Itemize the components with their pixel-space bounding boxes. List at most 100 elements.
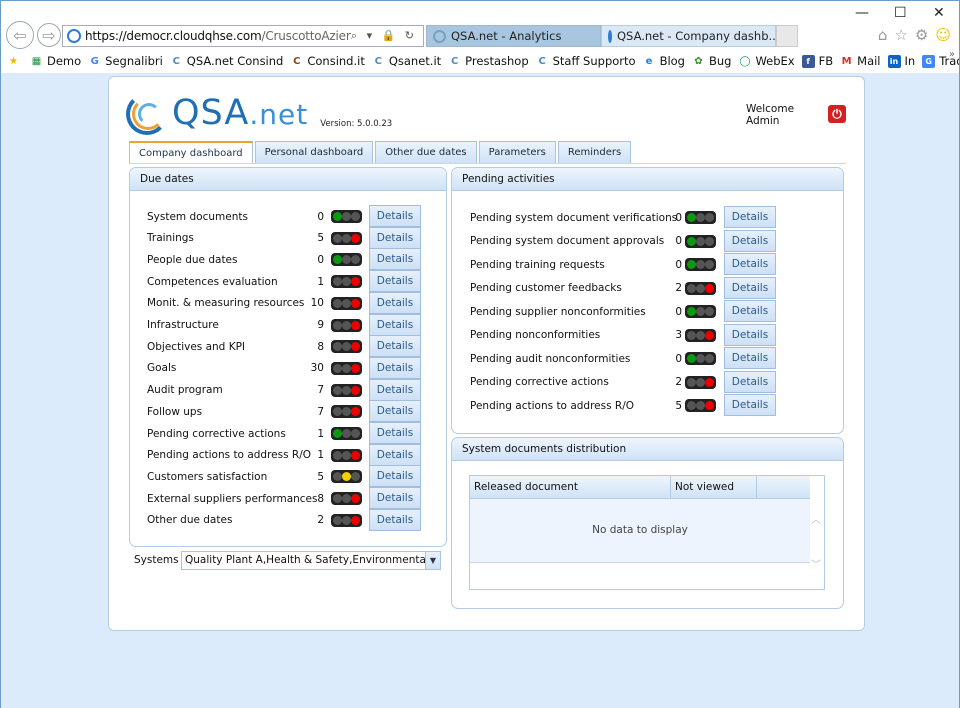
- add-favorite-icon[interactable]: ★: [7, 55, 24, 68]
- details-button[interactable]: Details: [369, 270, 421, 293]
- welcome-block: Welcome Admin: [746, 103, 794, 127]
- address-tools[interactable]: ⌕ ▾ 🔒 ↻: [351, 29, 423, 43]
- address-bar[interactable]: https://democr.cloudqhse.com/CruscottoAz…: [62, 25, 424, 47]
- details-button[interactable]: Details: [724, 347, 776, 369]
- details-button[interactable]: Details: [724, 276, 776, 299]
- item-count: 0: [675, 352, 682, 365]
- details-button[interactable]: Details: [369, 226, 421, 249]
- favorite-webex[interactable]: ◯ WebEx: [738, 54, 794, 68]
- item-label: Goals: [147, 362, 177, 375]
- traffic-light-green-icon: [331, 253, 362, 267]
- details-button[interactable]: Details: [369, 487, 421, 510]
- item-label: Pending training requests: [470, 258, 605, 271]
- item-label: Trainings: [147, 232, 194, 245]
- systems-label: Systems: [134, 554, 179, 566]
- details-button[interactable]: Details: [724, 370, 776, 393]
- favorite-bug[interactable]: ✿ Bug: [692, 54, 731, 68]
- details-button[interactable]: Details: [369, 422, 421, 444]
- tab-reminders[interactable]: Reminders: [557, 141, 632, 163]
- settings-gear-icon[interactable]: ⚙: [915, 26, 928, 44]
- favorites-overflow-icon[interactable]: »: [949, 51, 955, 60]
- traffic-light-red-icon: [331, 340, 362, 354]
- feedback-smiley-icon[interactable]: ☺: [935, 26, 951, 44]
- details-button[interactable]: Details: [724, 206, 776, 228]
- details-button[interactable]: Details: [724, 394, 776, 416]
- item-count: 2: [675, 376, 682, 388]
- list-item: Pending system document approvals 0 Detail…: [452, 229, 843, 252]
- tab-company-dashboard[interactable]: Company dashboard: [129, 141, 253, 164]
- item-label: Pending actions to address R/O: [147, 449, 312, 462]
- item-label: External suppliers performances: [147, 492, 318, 505]
- tab-personal-dashboard[interactable]: Personal dashboard: [254, 141, 374, 163]
- systems-select[interactable]: Quality Plant A,Health & Safety,Environm…: [181, 551, 441, 570]
- item-label: Monit. & measuring resources: [147, 297, 305, 310]
- traffic-light-red-icon: [685, 328, 716, 342]
- maximize-button[interactable]: ☐: [894, 5, 907, 21]
- list-item: Goals 30 Details: [130, 356, 446, 379]
- tab-other-due-dates[interactable]: Other due dates: [375, 141, 477, 163]
- details-button[interactable]: Details: [724, 323, 776, 346]
- home-icon[interactable]: ⌂: [878, 26, 888, 44]
- list-item: Pending audit nonconformities 0 Details: [452, 347, 843, 369]
- favorite-label: Mail: [857, 54, 881, 68]
- scroll-up-icon[interactable]: ︿: [808, 511, 824, 526]
- favorite-in[interactable]: in In: [887, 54, 915, 68]
- browser-tab-company-dashboard[interactable]: QSA.net - Company dashb... ×: [601, 25, 789, 47]
- details-button[interactable]: Details: [724, 300, 776, 322]
- page-content: QSA.net Version: 5.0.0.23 Welcome Admin …: [1, 73, 959, 708]
- item-count: 9: [317, 319, 324, 331]
- scroll-down-icon[interactable]: ﹀: [808, 556, 824, 571]
- close-window-button[interactable]: ✕: [933, 5, 945, 21]
- details-button[interactable]: Details: [369, 335, 421, 358]
- tab-title: QSA.net - Analytics: [451, 29, 562, 43]
- favorite-fb[interactable]: f FB: [801, 54, 833, 68]
- details-button[interactable]: Details: [724, 253, 776, 275]
- details-button[interactable]: Details: [369, 356, 421, 379]
- logout-button[interactable]: ⏻: [828, 105, 846, 123]
- details-button[interactable]: Details: [369, 291, 421, 314]
- favorite-staff-supporto[interactable]: C Staff Supporto: [536, 54, 635, 68]
- new-tab-button[interactable]: [776, 25, 798, 47]
- grid-scrollbar[interactable]: ︿ ﹀: [808, 499, 824, 589]
- traffic-light-red-icon: [331, 448, 362, 462]
- traffic-light-red-icon: [331, 492, 362, 506]
- chevron-down-icon[interactable]: ▼: [425, 552, 440, 569]
- details-button[interactable]: Details: [369, 508, 421, 531]
- favorite-demo[interactable]: ▦ Demo: [30, 54, 81, 68]
- traffic-light-red-icon: [331, 513, 362, 527]
- favorites-star-icon[interactable]: ☆: [894, 26, 907, 44]
- favorite-label: Segnalibri: [105, 54, 163, 68]
- details-button[interactable]: Details: [724, 229, 776, 252]
- details-button[interactable]: Details: [369, 248, 421, 271]
- url-text[interactable]: https://democr.cloudqhse.com/CruscottoAz…: [85, 29, 351, 43]
- details-button[interactable]: Details: [369, 313, 421, 336]
- back-button[interactable]: ⇦: [6, 21, 34, 49]
- column-released-document[interactable]: Released document: [470, 476, 671, 498]
- minimize-button[interactable]: —: [855, 5, 869, 21]
- forward-button[interactable]: ⇨: [37, 23, 61, 47]
- dashboard-tabs: Company dashboard Personal dashboard Oth…: [129, 141, 633, 164]
- item-count: 3: [675, 329, 682, 341]
- details-button[interactable]: Details: [369, 400, 421, 423]
- favorite-qsanet-it[interactable]: C Qsanet.it: [372, 54, 442, 68]
- favorite-prestashop[interactable]: C Prestashop: [448, 54, 529, 68]
- item-count: 5: [317, 470, 324, 483]
- favorite-blog[interactable]: e Blog: [643, 54, 685, 68]
- details-button[interactable]: Details: [369, 465, 421, 488]
- traffic-light-red-icon: [331, 318, 362, 332]
- tab-parameters[interactable]: Parameters: [478, 141, 556, 163]
- details-button[interactable]: Details: [369, 378, 421, 401]
- ie-icon: [67, 29, 81, 43]
- favorite-mail[interactable]: M Mail: [840, 54, 881, 68]
- favorite-consind-it[interactable]: C Consind.it: [290, 54, 365, 68]
- translate-icon: G: [922, 54, 936, 68]
- item-count: 0: [675, 258, 682, 271]
- item-count: 30: [310, 362, 324, 375]
- favorite-segnalibri[interactable]: G Segnalibri: [88, 54, 163, 68]
- browser-tab-analytics[interactable]: QSA.net - Analytics: [426, 25, 601, 47]
- item-count: 2: [675, 282, 682, 294]
- favorite-qsa-net-consind[interactable]: C QSA.net Consind: [170, 54, 284, 68]
- details-button[interactable]: Details: [369, 205, 421, 227]
- column-not-viewed[interactable]: Not viewed: [671, 476, 757, 498]
- details-button[interactable]: Details: [369, 443, 421, 466]
